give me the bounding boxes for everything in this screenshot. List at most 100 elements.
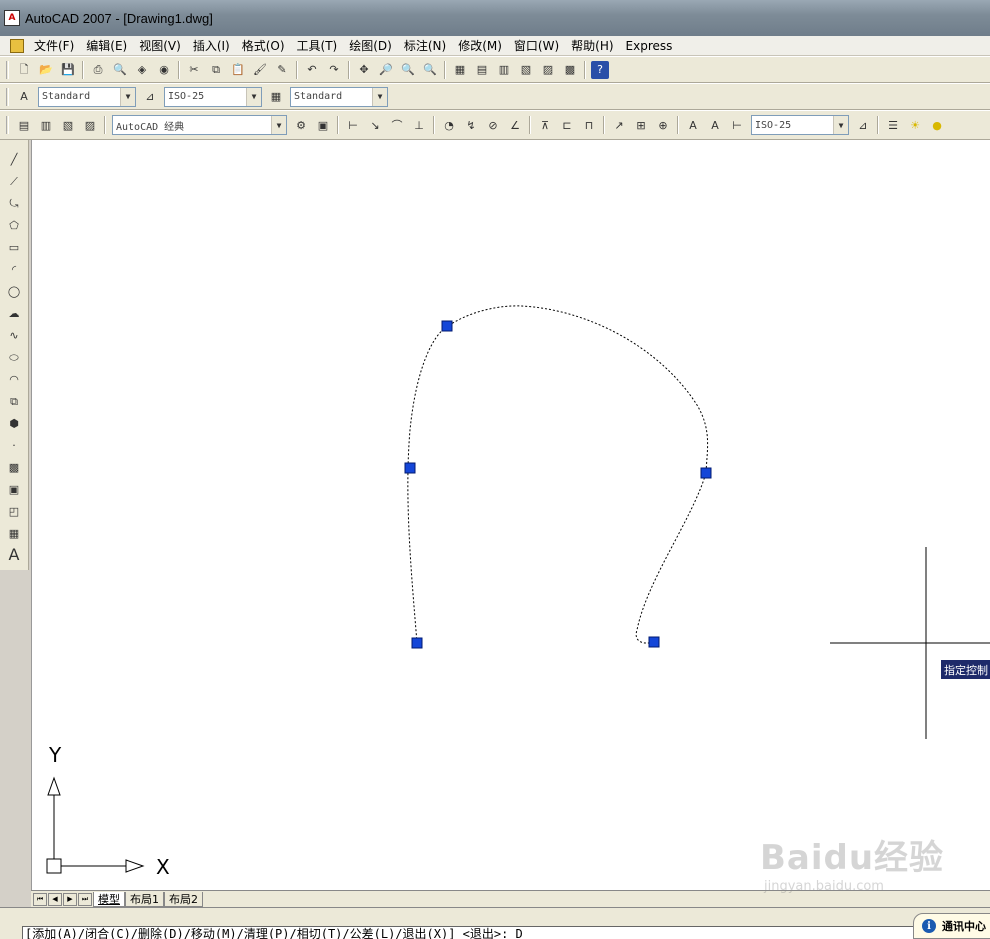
chevron-down-icon[interactable]: ▼ (372, 87, 387, 106)
menu-window[interactable]: 窗口(W) (508, 37, 565, 54)
print-preview-icon[interactable]: 🔍 (111, 61, 129, 79)
prev-tab-icon[interactable]: ◀ (48, 892, 62, 906)
arc-icon[interactable]: ◜ (5, 260, 23, 278)
radius-icon[interactable]: ◔ (440, 116, 458, 134)
paste-icon[interactable]: 📋 (229, 61, 247, 79)
menu-edit[interactable]: 编辑(E) (80, 37, 133, 54)
pan-icon[interactable]: ✥ (355, 61, 373, 79)
publish-icon[interactable]: ◈ (133, 61, 151, 79)
dim-style-select-2[interactable]: ISO-25 ▼ (751, 115, 849, 135)
dim-style-icon[interactable]: ⊿ (141, 88, 159, 106)
layer-manager-icon[interactable]: ☰ (884, 116, 902, 134)
rectangle-icon[interactable]: ▭ (5, 238, 23, 256)
aligned-dim-icon[interactable]: ↘ (366, 116, 384, 134)
print-icon[interactable]: ⎙ (89, 61, 107, 79)
spline-icon[interactable]: ∿ (5, 326, 23, 344)
dim-text-edit-icon[interactable]: A (706, 116, 724, 134)
menu-insert[interactable]: 插入(I) (187, 37, 236, 54)
menu-tools[interactable]: 工具(T) (291, 37, 344, 54)
layout2-icon[interactable]: ▥ (37, 116, 55, 134)
region-icon[interactable]: ◰ (5, 502, 23, 520)
arc-length-icon[interactable]: ⌒ (388, 116, 406, 134)
zoom-realtime-icon[interactable]: 🔎 (377, 61, 395, 79)
quick-dim-icon[interactable]: ⊼ (536, 116, 554, 134)
menu-dimension[interactable]: 标注(N) (398, 37, 452, 54)
circle-icon[interactable]: ◯ (5, 282, 23, 300)
menu-file[interactable]: 文件(F) (28, 37, 80, 54)
ellipse-arc-icon[interactable]: ◠ (5, 370, 23, 388)
markup-icon[interactable]: ▨ (539, 61, 557, 79)
tab-layout2[interactable]: 布局2 (164, 891, 203, 907)
layout-icon[interactable]: ▤ (15, 116, 33, 134)
calculator-icon[interactable]: ▩ (561, 61, 579, 79)
jogged-icon[interactable]: ↯ (462, 116, 480, 134)
ellipse-icon[interactable]: ⬭ (5, 348, 23, 366)
dim-style-manager-icon[interactable]: ⊿ (854, 116, 872, 134)
menu-express[interactable]: Express (620, 39, 679, 53)
copy-icon[interactable]: ⧉ (207, 61, 225, 79)
diameter-icon[interactable]: ⊘ (484, 116, 502, 134)
block-editor-icon[interactable]: ✎ (273, 61, 291, 79)
workspace-select[interactable]: AutoCAD 经典 ▼ (112, 115, 287, 135)
center-mark-icon[interactable]: ⊕ (654, 116, 672, 134)
polygon-icon[interactable]: ⬠ (5, 216, 23, 234)
table-style-icon[interactable]: ▦ (267, 88, 285, 106)
dim-style-select[interactable]: ISO-25 ▼ (164, 86, 262, 107)
bulb-icon[interactable]: ☀ (906, 116, 924, 134)
zoom-window-icon[interactable]: 🔍 (399, 61, 417, 79)
sun-icon[interactable]: ● (928, 116, 946, 134)
3d-dwf-icon[interactable]: ◉ (155, 61, 173, 79)
new-file-icon[interactable]: 🗋 (15, 61, 33, 79)
tool-palettes-icon[interactable]: ▥ (495, 61, 513, 79)
design-center-icon[interactable]: ▤ (473, 61, 491, 79)
match-properties-icon[interactable]: 🖌 (251, 61, 269, 79)
hatch-icon[interactable]: ▩ (5, 458, 23, 476)
first-tab-icon[interactable]: ⏮ (33, 892, 47, 906)
ordinate-icon[interactable]: ⊥ (410, 116, 428, 134)
menu-view[interactable]: 视图(V) (133, 37, 187, 54)
make-block-icon[interactable]: ⬢ (5, 414, 23, 432)
revision-cloud-icon[interactable]: ☁ (5, 304, 23, 322)
save-icon[interactable]: 💾 (59, 61, 77, 79)
insert-block-icon[interactable]: ⧉ (5, 392, 23, 410)
table-style-select[interactable]: Standard ▼ (290, 86, 388, 107)
toolbar-grip[interactable] (6, 87, 9, 106)
drawing-canvas[interactable]: Y X (31, 140, 990, 890)
chevron-down-icon[interactable]: ▼ (120, 87, 135, 106)
tab-layout1[interactable]: 布局1 (125, 891, 164, 907)
linear-dim-icon[interactable]: ⊢ (344, 116, 362, 134)
layout3-icon[interactable]: ▧ (59, 116, 77, 134)
dim-edit-icon[interactable]: A (684, 116, 702, 134)
open-file-icon[interactable]: 📂 (37, 61, 55, 79)
dim-update-icon[interactable]: ⊢ (728, 116, 746, 134)
point-icon[interactable]: · (5, 436, 23, 454)
undo-icon[interactable]: ↶ (303, 61, 321, 79)
angular-icon[interactable]: ∠ (506, 116, 524, 134)
workspace-settings-icon[interactable]: ⚙ (292, 116, 310, 134)
baseline-icon[interactable]: ⊏ (558, 116, 576, 134)
leader-icon[interactable]: ↗ (610, 116, 628, 134)
menu-draw[interactable]: 绘图(D) (343, 37, 398, 54)
communication-center[interactable]: i 通讯中心 (913, 913, 990, 939)
text-style-select[interactable]: Standard ▼ (38, 86, 136, 107)
chevron-down-icon[interactable]: ▼ (833, 116, 848, 134)
construction-line-icon[interactable]: ⟋ (5, 172, 23, 190)
cut-icon[interactable]: ✂ (185, 61, 203, 79)
zoom-previous-icon[interactable]: 🔍 (421, 61, 439, 79)
next-tab-icon[interactable]: ▶ (63, 892, 77, 906)
menu-format[interactable]: 格式(O) (236, 37, 291, 54)
toolbar-grip[interactable] (6, 60, 9, 79)
continue-icon[interactable]: ⊓ (580, 116, 598, 134)
tolerance-icon[interactable]: ⊞ (632, 116, 650, 134)
document-icon[interactable] (10, 38, 24, 53)
properties-icon[interactable]: ▦ (451, 61, 469, 79)
polyline-icon[interactable]: ⤿ (5, 194, 23, 212)
sheet-set-icon[interactable]: ▧ (517, 61, 535, 79)
workspace-save-icon[interactable]: ▣ (314, 116, 332, 134)
table-icon[interactable]: ▦ (5, 524, 23, 542)
help-icon[interactable]: ? (591, 60, 609, 79)
last-tab-icon[interactable]: ⏭ (78, 892, 92, 906)
gradient-icon[interactable]: ▣ (5, 480, 23, 498)
redo-icon[interactable]: ↷ (325, 61, 343, 79)
chevron-down-icon[interactable]: ▼ (271, 116, 286, 134)
